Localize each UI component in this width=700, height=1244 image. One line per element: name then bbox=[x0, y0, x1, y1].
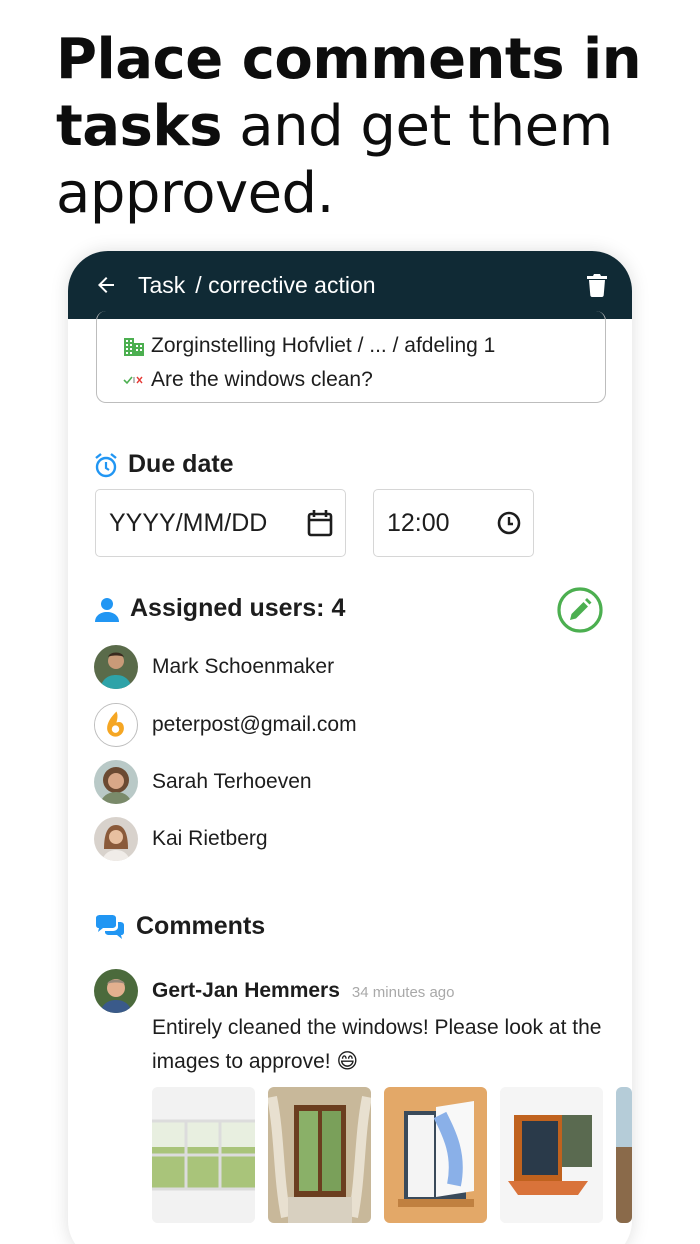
phone-frame: Task / corrective action Zorginstelling H… bbox=[68, 251, 632, 1244]
check-cross-icon bbox=[123, 376, 143, 385]
comments-section: Comments bbox=[94, 912, 265, 941]
assigned-users-label: Assigned users: 4 bbox=[130, 594, 346, 622]
context-card: Zorginstelling Hofvliet / ... / afdeling… bbox=[96, 311, 606, 403]
alarm-clock-icon bbox=[95, 452, 117, 477]
app-bar: Task / corrective action bbox=[68, 251, 632, 319]
due-date-label: Due date bbox=[128, 450, 234, 478]
image-thumbnail[interactable] bbox=[268, 1087, 371, 1223]
task-title: Task bbox=[138, 271, 186, 298]
task-subtitle: / corrective action bbox=[195, 271, 376, 298]
comment-time: 34 minutes ago bbox=[351, 984, 455, 1001]
user-name: peterpost@gmail.com bbox=[152, 713, 357, 736]
back-arrow-icon[interactable] bbox=[94, 273, 118, 297]
building-icon bbox=[124, 338, 144, 356]
trash-icon[interactable] bbox=[586, 273, 608, 297]
user-avatar bbox=[94, 703, 138, 747]
date-placeholder: YYYY/MM/DD bbox=[109, 508, 268, 537]
headline-bold-2: tasks bbox=[56, 94, 222, 159]
headline-line-3: approved. bbox=[56, 161, 334, 226]
image-thumbnail[interactable] bbox=[500, 1087, 603, 1223]
due-date-section: Due date bbox=[94, 450, 234, 479]
headline-rest: and get them bbox=[221, 94, 613, 159]
location-row: Zorginstelling Hofvliet / ... / afdeling… bbox=[123, 329, 605, 363]
chat-bubbles-icon bbox=[96, 914, 124, 939]
headline: Place comments in tasks and get them app… bbox=[56, 26, 676, 227]
comment-text: Entirely cleaned the windows! Please loo… bbox=[152, 1016, 602, 1073]
user-name: Kai Rietberg bbox=[152, 827, 268, 850]
calendar-icon[interactable] bbox=[307, 509, 333, 537]
date-field[interactable]: YYYY/MM/DD bbox=[95, 489, 346, 557]
image-thumbnail[interactable] bbox=[152, 1087, 255, 1223]
image-thumbnail[interactable] bbox=[384, 1087, 487, 1223]
time-value: 12:00 bbox=[387, 508, 450, 537]
headline-bold-1: Place comments in bbox=[56, 27, 642, 92]
user-row[interactable]: Mark Schoenmaker bbox=[94, 645, 334, 689]
comment-avatar bbox=[94, 969, 138, 1013]
user-row[interactable]: Sarah Terhoeven bbox=[94, 760, 312, 804]
clock-icon[interactable] bbox=[497, 511, 521, 535]
image-thumbnail[interactable] bbox=[616, 1087, 632, 1223]
user-name: Sarah Terhoeven bbox=[152, 770, 312, 793]
question-row: Are the windows clean? bbox=[123, 363, 605, 397]
comments-label: Comments bbox=[136, 912, 266, 940]
comment-header: Gert-Jan Hemmers 34 minutes ago bbox=[152, 979, 455, 1003]
comment-author: Gert-Jan Hemmers bbox=[152, 979, 340, 1002]
user-row[interactable]: peterpost@gmail.com bbox=[94, 703, 357, 747]
app-bar-title: Task / corrective action bbox=[138, 272, 586, 299]
location-path: Zorginstelling Hofvliet / ... / afdeling… bbox=[151, 334, 496, 357]
assigned-users-section: Assigned users: 4 bbox=[94, 594, 345, 623]
user-avatar bbox=[94, 645, 138, 689]
edit-pencil-icon[interactable] bbox=[556, 586, 604, 634]
question-text: Are the windows clean? bbox=[151, 368, 373, 391]
user-name: Mark Schoenmaker bbox=[152, 655, 335, 678]
user-avatar bbox=[94, 817, 138, 861]
user-avatar bbox=[94, 760, 138, 804]
time-field[interactable]: 12:00 bbox=[373, 489, 534, 557]
user-row[interactable]: Kai Rietberg bbox=[94, 817, 268, 861]
person-icon bbox=[95, 597, 119, 622]
